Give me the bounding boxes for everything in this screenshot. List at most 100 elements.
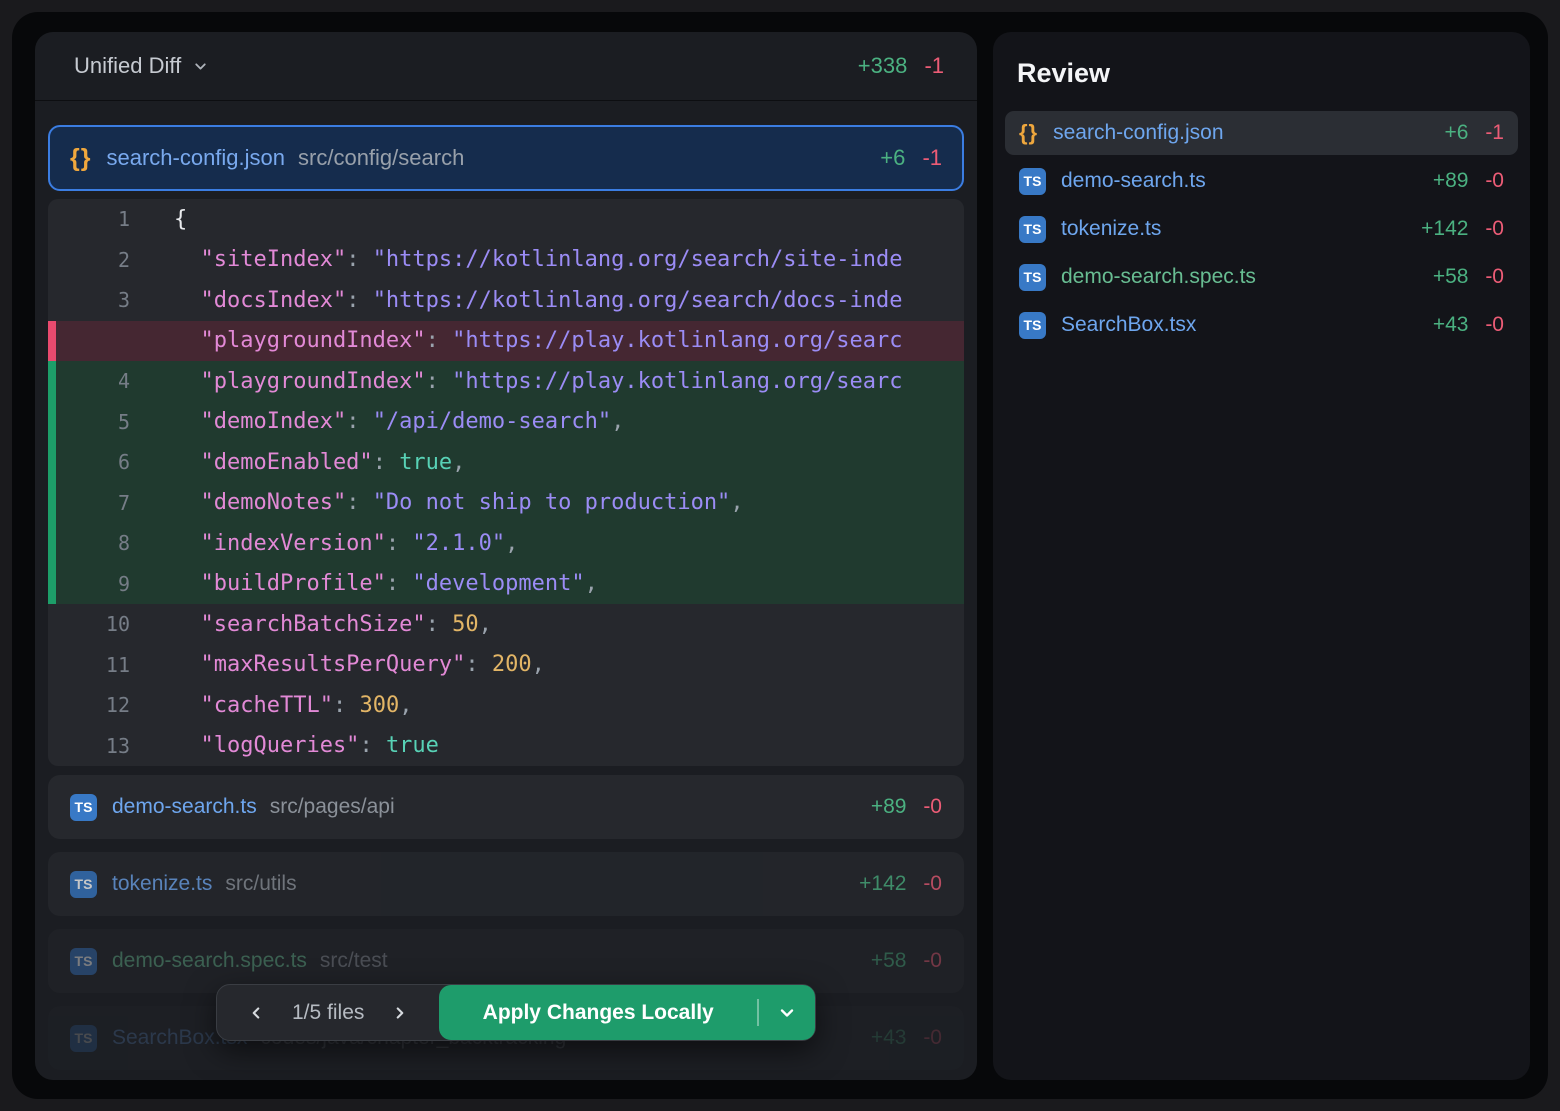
file-deletions: -1 [922,145,942,170]
code-text: "logQueries": true [130,733,964,758]
diff-panel: Unified Diff +338 -1 {} search-config.js… [35,32,977,1080]
view-mode-label: Unified Diff [74,53,181,79]
diff-content: {} search-config.json src/config/search … [35,101,977,1070]
file-deletions: -0 [923,872,942,895]
typescript-file-icon: TS [1019,264,1046,291]
total-diff-stats: +338 -1 [858,53,944,79]
line-number: 3 [48,288,130,312]
code-line: 13 "logQueries": true [48,726,964,767]
total-deletions: -1 [924,53,944,78]
chevron-down-icon [192,58,209,75]
total-additions: +338 [858,53,908,78]
code-text: "docsIndex": "https://kotlinlang.org/sea… [130,288,964,313]
file-stats: +43 -0 [871,1026,942,1050]
file-name: demo-search.spec.ts [112,949,307,973]
review-file-row[interactable]: TS demo-search.spec.ts +58 -0 [1005,255,1518,299]
file-deletions: -0 [923,949,942,972]
typescript-file-icon: TS [70,948,97,975]
file-deletions: -0 [1485,313,1504,336]
review-file-row[interactable]: TS demo-search.ts +89 -0 [1005,159,1518,203]
file-name: tokenize.ts [1061,217,1161,241]
json-file-icon: {} [70,144,91,173]
previous-file-button[interactable] [247,1004,265,1022]
next-file-button[interactable] [391,1004,409,1022]
line-number: 12 [48,693,130,717]
file-path: src/pages/api [270,795,395,819]
file-card[interactable]: TS demo-search.ts src/pages/api +89 -0 [48,775,964,839]
typescript-file-icon: TS [70,1025,97,1052]
line-number: 5 [48,410,130,434]
file-deletions: -0 [1485,217,1504,240]
file-name: demo-search.ts [112,795,257,819]
code-text: "maxResultsPerQuery": 200, [130,652,964,677]
code-text: "demoIndex": "/api/demo-search", [130,409,964,434]
code-text: "buildProfile": "development", [130,571,964,596]
file-stats: +58 -0 [1433,265,1504,289]
typescript-file-icon: TS [70,871,97,898]
file-additions: +142 [859,872,906,895]
file-stats: +43 -0 [1433,313,1504,337]
code-line: 4 "playgroundIndex": "https://play.kotli… [48,361,964,402]
file-stats: +142 -0 [859,872,942,896]
line-number: 2 [48,248,130,272]
selected-file-name: search-config.json [106,145,285,171]
apply-changes-label: Apply Changes Locally [439,1001,757,1025]
file-deletions: -0 [1485,265,1504,288]
file-name: demo-search.ts [1061,169,1206,193]
file-additions: +43 [1433,313,1469,336]
line-number: 10 [48,612,130,636]
chevron-down-icon [777,1003,797,1023]
code-text: "cacheTTL": 300, [130,693,964,718]
file-name: SearchBox.tsx [1061,313,1196,337]
file-name: tokenize.ts [112,872,212,896]
code-line: "playgroundIndex": "https://play.kotlinl… [48,321,964,362]
line-number: 11 [48,653,130,677]
line-number: 13 [48,734,130,758]
typescript-file-icon: TS [70,794,97,821]
code-text: "playgroundIndex": "https://play.kotlinl… [130,328,964,353]
line-number: 8 [48,531,130,555]
code-line: 9 "buildProfile": "development", [48,564,964,605]
file-stats: +58 -0 [871,949,942,973]
code-text: "siteIndex": "https://kotlinlang.org/sea… [130,247,964,272]
file-deletions: -0 [1485,169,1504,192]
typescript-file-icon: TS [1019,168,1046,195]
code-line: 11 "maxResultsPerQuery": 200, [48,645,964,686]
file-deletions: -0 [923,1026,942,1049]
action-bar: 1/5 files Apply Changes Locally [216,984,816,1041]
file-name: demo-search.spec.ts [1061,265,1256,289]
file-navigation: 1/5 files [217,985,439,1040]
line-number: 4 [48,369,130,393]
line-number: 7 [48,491,130,515]
file-path: src/utils [225,872,296,896]
code-line: 1 { [48,199,964,240]
code-line: 7 "demoNotes": "Do not ship to productio… [48,483,964,524]
file-counter: 1/5 files [292,1001,364,1025]
view-mode-dropdown[interactable]: Unified Diff [68,52,215,80]
file-stats: +6 -1 [1445,121,1504,145]
code-text: "playgroundIndex": "https://play.kotlinl… [130,369,964,394]
review-file-row[interactable]: {} search-config.json +6 -1 [1005,111,1518,155]
code-text: { [130,207,964,232]
review-file-row[interactable]: TS SearchBox.tsx +43 -0 [1005,303,1518,347]
file-additions: +142 [1421,217,1468,240]
file-card[interactable]: TS tokenize.ts src/utils +142 -0 [48,852,964,916]
diff-panel-header: Unified Diff +338 -1 [35,32,977,101]
code-line: 6 "demoEnabled": true, [48,442,964,483]
file-name: search-config.json [1053,121,1223,145]
apply-options-toggle[interactable] [759,1003,815,1023]
review-file-row[interactable]: TS tokenize.ts +142 -0 [1005,207,1518,251]
code-line: 2 "siteIndex": "https://kotlinlang.org/s… [48,240,964,281]
file-deletions: -0 [923,795,942,818]
line-number: 6 [48,450,130,474]
code-text: "searchBatchSize": 50, [130,612,964,637]
selected-file-stats: +6 -1 [880,145,942,171]
file-stats: +89 -0 [1433,169,1504,193]
code-text: "indexVersion": "2.1.0", [130,531,964,556]
review-title: Review [1005,58,1518,89]
apply-changes-button[interactable]: Apply Changes Locally [439,985,815,1040]
selected-file-header[interactable]: {} search-config.json src/config/search … [48,125,964,191]
file-additions: +58 [1433,265,1469,288]
review-panel: Review {} search-config.json +6 -1 TS de… [993,32,1530,1080]
code-text: "demoEnabled": true, [130,450,964,475]
